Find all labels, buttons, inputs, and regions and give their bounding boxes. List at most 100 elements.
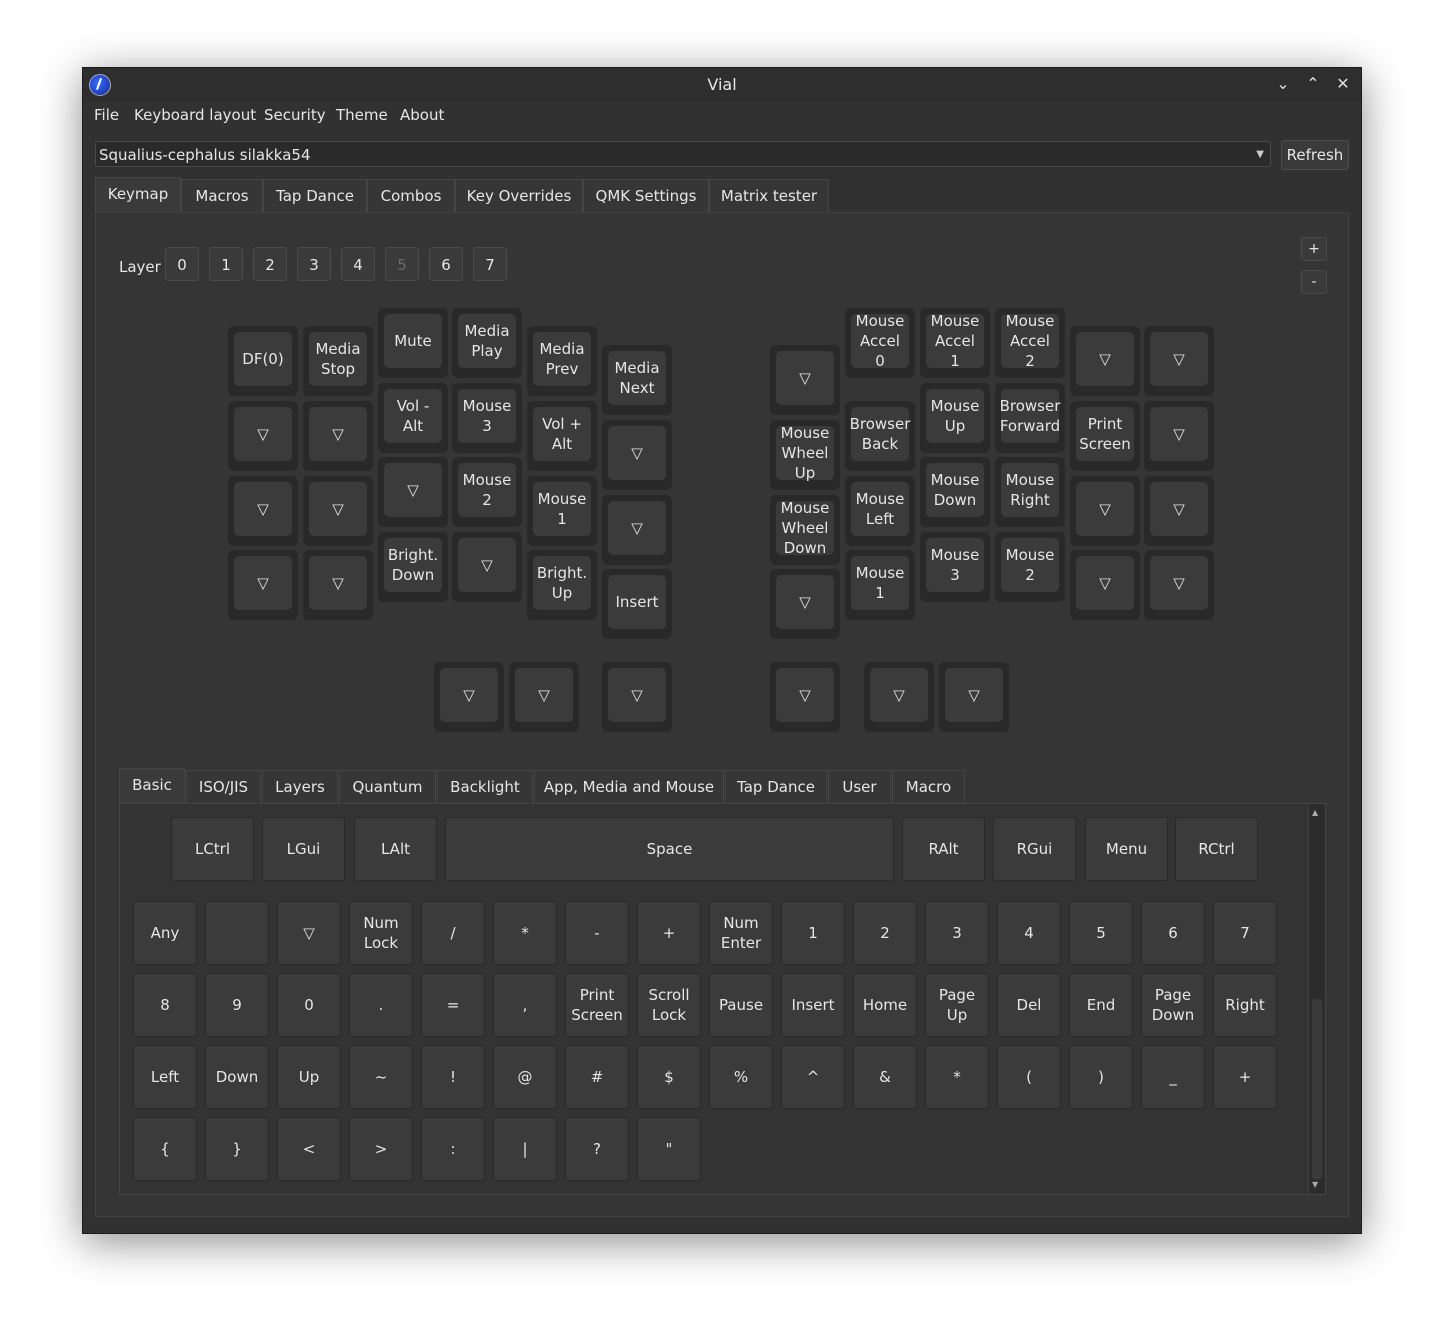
keycode-button[interactable]: RCtrl — [1175, 817, 1258, 881]
keycode-button[interactable]: . — [349, 973, 413, 1037]
keycode-button[interactable]: LGui — [262, 817, 345, 881]
scroll-down-icon[interactable]: ▼ — [1312, 1180, 1318, 1189]
tab-quantum[interactable]: Quantum — [339, 770, 436, 803]
keymap-key[interactable]: ▽ — [1070, 550, 1140, 620]
keymap-key[interactable]: Mouse Down — [920, 457, 990, 527]
keycode-button[interactable]: % — [709, 1045, 773, 1109]
keycode-button[interactable]: Right — [1213, 973, 1277, 1037]
keycode-button[interactable]: Page Up — [925, 973, 989, 1037]
layer-button-6[interactable]: 6 — [429, 247, 463, 281]
keycode-button[interactable]: Down — [205, 1045, 269, 1109]
chevron-up-icon[interactable]: ⌃ — [1301, 72, 1325, 96]
keycode-button[interactable] — [205, 901, 269, 965]
tab-combos[interactable]: Combos — [367, 179, 455, 212]
keycode-button[interactable]: 2 — [853, 901, 917, 965]
keymap-key[interactable]: ▽ — [303, 476, 373, 546]
keycode-button[interactable]: " — [637, 1117, 701, 1181]
keymap-key[interactable]: ▽ — [1144, 476, 1214, 546]
keymap-key[interactable]: ▽ — [434, 662, 504, 732]
keycode-button[interactable]: ( — [997, 1045, 1061, 1109]
keymap-key[interactable]: Media Prev — [527, 326, 597, 396]
menu-about[interactable]: About — [400, 106, 444, 124]
keymap-key[interactable]: ▽ — [452, 532, 522, 602]
keymap-key[interactable]: ▽ — [303, 401, 373, 471]
layer-button-2[interactable]: 2 — [253, 247, 287, 281]
tab-app-media-mouse[interactable]: App, Media and Mouse — [534, 770, 724, 803]
keymap-key[interactable]: Mouse 2 — [452, 457, 522, 527]
keycode-button[interactable]: { — [133, 1117, 197, 1181]
keymap-key[interactable]: ▽ — [602, 420, 672, 490]
keycode-button[interactable]: ? — [565, 1117, 629, 1181]
tab-qmk-settings[interactable]: QMK Settings — [583, 179, 709, 212]
keycode-button[interactable]: ! — [421, 1045, 485, 1109]
keycode-button[interactable]: 8 — [133, 973, 197, 1037]
chevron-down-icon[interactable]: ⌄ — [1271, 72, 1295, 96]
keycode-button[interactable]: Up — [277, 1045, 341, 1109]
layer-button-3[interactable]: 3 — [297, 247, 331, 281]
tab-key-overrides[interactable]: Key Overrides — [455, 179, 583, 212]
keymap-key[interactable]: Insert — [602, 569, 672, 639]
keymap-key[interactable]: Media Next — [602, 345, 672, 415]
scroll-thumb[interactable] — [1312, 999, 1322, 1179]
keycode-button[interactable]: + — [637, 901, 701, 965]
keycode-button[interactable]: 0 — [277, 973, 341, 1037]
tab-picker-tap-dance[interactable]: Tap Dance — [725, 770, 827, 803]
keycode-button[interactable]: ^ — [781, 1045, 845, 1109]
keycode-button[interactable]: ▽ — [277, 901, 341, 965]
keyboard-select[interactable]: Squalius-cephalus silakka54 ▼ — [95, 141, 1271, 167]
keymap-key[interactable]: ▽ — [1070, 476, 1140, 546]
tab-layers[interactable]: Layers — [262, 770, 338, 803]
keycode-button[interactable]: ) — [1069, 1045, 1133, 1109]
keycode-button[interactable]: } — [205, 1117, 269, 1181]
keymap-key[interactable]: ▽ — [509, 662, 579, 732]
tab-macros[interactable]: Macros — [181, 179, 263, 212]
keycode-button[interactable]: & — [853, 1045, 917, 1109]
add-layer-button[interactable]: + — [1301, 237, 1327, 261]
keymap-key[interactable]: ▽ — [602, 495, 672, 565]
keymap-key[interactable]: Browser Back — [845, 401, 915, 471]
keycode-button[interactable]: Scroll Lock — [637, 973, 701, 1037]
keycode-button[interactable]: 5 — [1069, 901, 1133, 965]
keymap-key[interactable]: Print Screen — [1070, 401, 1140, 471]
layer-button-5[interactable]: 5 — [385, 247, 419, 281]
keycode-button[interactable]: - — [565, 901, 629, 965]
keymap-key[interactable]: Mouse Wheel Up — [770, 420, 840, 490]
keycode-button[interactable]: $ — [637, 1045, 701, 1109]
keycode-button[interactable]: LCtrl — [171, 817, 254, 881]
tab-basic[interactable]: Basic — [119, 768, 185, 803]
tab-keymap[interactable]: Keymap — [95, 177, 181, 213]
keymap-key[interactable]: Mouse Up — [920, 383, 990, 453]
keycode-button[interactable]: # — [565, 1045, 629, 1109]
tab-user[interactable]: User — [828, 770, 891, 803]
keymap-key[interactable]: ▽ — [770, 662, 840, 732]
menu-theme[interactable]: Theme — [336, 106, 388, 124]
tab-tap-dance[interactable]: Tap Dance — [263, 179, 367, 212]
keymap-key[interactable]: ▽ — [228, 550, 298, 620]
keymap-key[interactable]: Mouse Left — [845, 476, 915, 546]
keymap-key[interactable]: Vol - Alt — [378, 383, 448, 453]
layer-button-1[interactable]: 1 — [209, 247, 243, 281]
keymap-key[interactable]: ▽ — [939, 662, 1009, 732]
keymap-key[interactable]: ▽ — [228, 401, 298, 471]
keycode-button[interactable]: ~ — [349, 1045, 413, 1109]
keycode-button[interactable]: 4 — [997, 901, 1061, 965]
keymap-key[interactable]: Mouse Wheel Down — [770, 495, 840, 565]
keycode-button[interactable]: Space — [445, 817, 894, 881]
tab-iso-jis[interactable]: ISO/JIS — [186, 770, 261, 803]
picker-scrollbar[interactable]: ▲ ▼ — [1308, 804, 1325, 1194]
keycode-button[interactable]: _ — [1141, 1045, 1205, 1109]
keymap-key[interactable]: ▽ — [378, 457, 448, 527]
keymap-key[interactable]: ▽ — [1144, 326, 1214, 396]
layer-button-0[interactable]: 0 — [165, 247, 199, 281]
keymap-key[interactable]: Mouse Accel 0 — [845, 308, 915, 378]
keymap-key[interactable]: ▽ — [864, 662, 934, 732]
keycode-button[interactable]: 7 — [1213, 901, 1277, 965]
keycode-button[interactable]: * — [493, 901, 557, 965]
keymap-key[interactable]: ▽ — [1070, 326, 1140, 396]
keymap-key[interactable]: Vol + Alt — [527, 401, 597, 471]
keymap-key[interactable]: Mouse 1 — [527, 476, 597, 546]
keycode-button[interactable]: RAlt — [902, 817, 985, 881]
keymap-key[interactable]: Browser Forward — [995, 383, 1065, 453]
keycode-button[interactable]: / — [421, 901, 485, 965]
keymap-key[interactable]: Mouse Accel 1 — [920, 308, 990, 378]
